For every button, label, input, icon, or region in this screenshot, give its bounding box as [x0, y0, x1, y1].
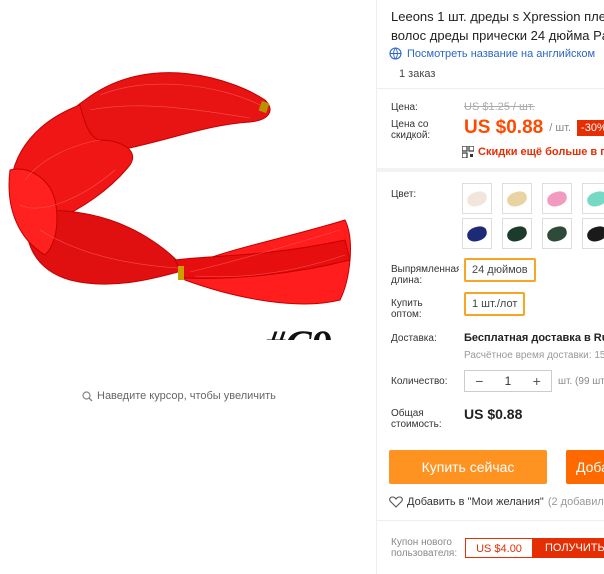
wishlist-count: (2 добавили)	[547, 496, 604, 508]
color-swatch-mint[interactable]	[582, 183, 604, 214]
quantity-decrease-button[interactable]: −	[465, 373, 494, 389]
total-price: US $0.88	[464, 406, 523, 422]
translate-title-link[interactable]: Посмотреть название на английском	[389, 47, 595, 60]
delivery-time: Расчётное время доставки: 15-30 дней	[464, 350, 604, 361]
stock-note: шт. (99 шт. в наличии)	[558, 376, 604, 387]
product-image[interactable]: #C9	[0, 40, 370, 340]
buy-now-button[interactable]: Купить сейчас	[389, 450, 547, 484]
product-info-panel: Leeons 1 шт. дреды s Xpression плетение …	[376, 0, 604, 574]
old-price: US $1.25 / шт.	[464, 101, 535, 113]
divider	[377, 168, 604, 172]
add-to-cart-button[interactable]: Добавить	[566, 450, 604, 484]
color-label: Цвет:	[391, 189, 417, 200]
swatch-color	[585, 224, 604, 244]
product-title-line-1: Leeons 1 шт. дреды s Xpression плетение	[391, 9, 604, 24]
divider	[377, 520, 604, 521]
translate-icon	[389, 47, 402, 60]
quantity-increase-button[interactable]: +	[522, 373, 551, 389]
coupon-amount: US $4.00	[465, 538, 533, 558]
product-title: Leeons 1 шт. дреды s Xpression плетение …	[391, 7, 604, 45]
color-swatch-green[interactable]	[542, 218, 572, 249]
swatch-color	[545, 189, 569, 209]
bulk-label: Купить оптом:	[391, 298, 423, 320]
quantity-label: Количество:	[391, 376, 448, 387]
orders-count: 1 заказ	[399, 68, 436, 80]
translate-link-text[interactable]: Посмотреть название на английском	[407, 48, 595, 60]
heart-icon	[389, 496, 403, 508]
app-promo-link[interactable]: Скидки ещё больше в приложении	[462, 146, 604, 158]
get-coupon-button[interactable]: ПОЛУЧИТЬ	[533, 538, 604, 558]
divider	[377, 88, 604, 89]
discount-badge: -30%	[577, 120, 604, 136]
current-price: US $0.88	[464, 117, 544, 138]
swatch-color	[465, 224, 489, 244]
price-label: Цена:	[391, 102, 418, 113]
swatch-color	[545, 224, 569, 244]
product-title-line-2: волос дреды прически 24 дюйма Para	[391, 28, 604, 43]
shipping-info: Бесплатная доставка в Russian Federation	[464, 332, 604, 344]
product-image-label: #C9	[264, 322, 332, 340]
total-label: Общая стоимость:	[391, 408, 442, 430]
price-row: US $0.88 / шт. -30%	[464, 117, 604, 139]
magnifier-icon	[82, 390, 93, 401]
swatch-color	[585, 189, 604, 209]
length-option[interactable]: 24 дюймов	[464, 258, 536, 282]
app-promo-text[interactable]: Скидки ещё больше в приложении	[478, 146, 604, 158]
wishlist-text[interactable]: Добавить в "Мои желания"	[407, 496, 544, 508]
color-swatch-black[interactable]	[582, 218, 604, 249]
swatch-color	[505, 224, 529, 244]
color-swatch-blonde-light[interactable]	[462, 183, 492, 214]
color-swatch-dark-green[interactable]	[502, 218, 532, 249]
length-label: Выпрямленная длина:	[391, 264, 459, 286]
quantity-stepper[interactable]: − 1 +	[464, 370, 552, 392]
quantity-input[interactable]: 1	[494, 374, 523, 388]
product-gallery: #C9 Наведите курсор, чтобы увеличить	[0, 0, 375, 574]
qr-code-icon	[462, 146, 474, 158]
color-swatch-blonde[interactable]	[502, 183, 532, 214]
coupon-label: Купон нового пользователя:	[391, 537, 458, 559]
color-swatch-pink[interactable]	[542, 183, 572, 214]
discount-price-label: Цена со скидкой:	[391, 119, 431, 141]
swatch-color	[505, 189, 529, 209]
wishlist-link[interactable]: Добавить в "Мои желания" (2 добавили)	[389, 496, 604, 508]
price-unit: / шт.	[549, 122, 572, 134]
color-swatch-navy[interactable]	[462, 218, 492, 249]
shipping-label: Доставка:	[391, 333, 437, 344]
zoom-hint-text: Наведите курсор, чтобы увеличить	[97, 390, 276, 402]
bulk-option[interactable]: 1 шт./лот	[464, 292, 526, 316]
swatch-color	[465, 189, 489, 209]
zoom-hint: Наведите курсор, чтобы увеличить	[82, 390, 276, 402]
